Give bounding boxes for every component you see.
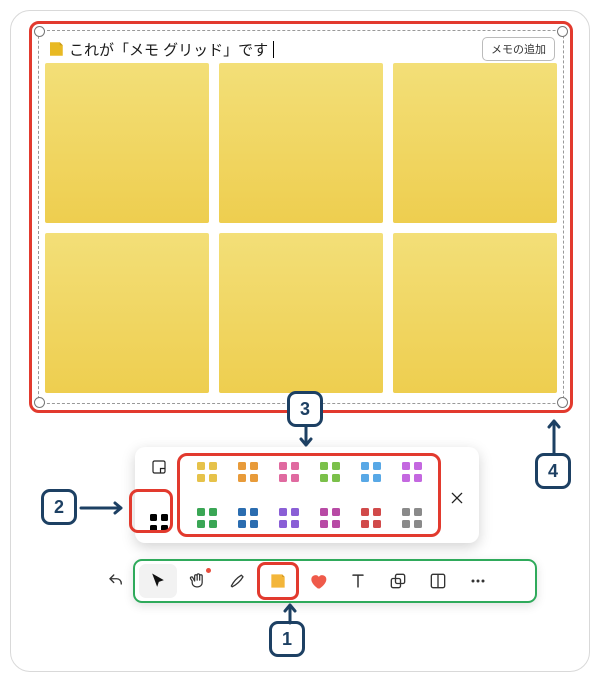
heart-tool[interactable]: [299, 564, 337, 598]
resize-handle-br[interactable]: [557, 397, 568, 408]
close-button[interactable]: [441, 484, 473, 506]
color-swatch[interactable]: [197, 462, 217, 482]
sticky-tool-highlight: [257, 562, 299, 600]
hand-tool[interactable]: [179, 564, 217, 598]
resize-handle-tr[interactable]: [557, 26, 568, 37]
color-palette: [177, 453, 441, 537]
undo-button[interactable]: [99, 564, 133, 598]
grid-icon-highlight: [129, 489, 173, 533]
color-swatch[interactable]: [238, 462, 258, 482]
select-tool[interactable]: [139, 564, 177, 598]
color-swatch[interactable]: [197, 508, 217, 528]
sticky-note-tool[interactable]: [259, 564, 297, 598]
arrow-down-icon: [299, 425, 313, 451]
color-swatch[interactable]: [320, 508, 340, 528]
sticky-note[interactable]: [219, 233, 383, 393]
text-cursor: [273, 41, 274, 58]
sticky-note[interactable]: [219, 63, 383, 223]
callout-2: 2: [41, 489, 77, 525]
shape-tool[interactable]: [379, 564, 417, 598]
color-swatch[interactable]: [402, 508, 422, 528]
color-swatch[interactable]: [238, 508, 258, 528]
sticky-note[interactable]: [45, 233, 209, 393]
draw-tool[interactable]: [219, 564, 257, 598]
sticky-note[interactable]: [393, 63, 557, 223]
sticky-note[interactable]: [45, 63, 209, 223]
single-note-icon[interactable]: [145, 453, 173, 481]
text-tool[interactable]: [339, 564, 377, 598]
memo-title[interactable]: これが「メモ グリッド」です: [69, 39, 268, 60]
sticky-grid: [45, 63, 557, 393]
main-toolbar: [133, 559, 537, 603]
resize-handle-tl[interactable]: [34, 26, 45, 37]
color-swatch[interactable]: [402, 462, 422, 482]
sticky-note[interactable]: [393, 233, 557, 393]
memo-grid-selection[interactable]: これが「メモ グリッド」です メモの追加: [38, 30, 564, 404]
more-tools[interactable]: [459, 564, 497, 598]
arrow-up-icon: [283, 601, 297, 625]
color-swatch[interactable]: [361, 508, 381, 528]
color-swatch[interactable]: [279, 508, 299, 528]
sticky-note-icon: [47, 40, 65, 58]
color-swatch[interactable]: [279, 462, 299, 482]
callout-3: 3: [287, 391, 323, 427]
callout-4: 4: [535, 453, 571, 489]
arrow-up-icon: [547, 415, 561, 455]
frame-tool[interactable]: [419, 564, 457, 598]
add-memo-button[interactable]: メモの追加: [482, 37, 555, 61]
resize-handle-bl[interactable]: [34, 397, 45, 408]
style-popover: [135, 447, 479, 543]
arrow-right-icon: [79, 501, 129, 515]
color-swatch[interactable]: [361, 462, 381, 482]
callout-1: 1: [269, 621, 305, 657]
memo-grid-panel: これが「メモ グリッド」です メモの追加: [29, 21, 573, 413]
color-swatch[interactable]: [320, 462, 340, 482]
notification-dot-icon: [206, 568, 211, 573]
